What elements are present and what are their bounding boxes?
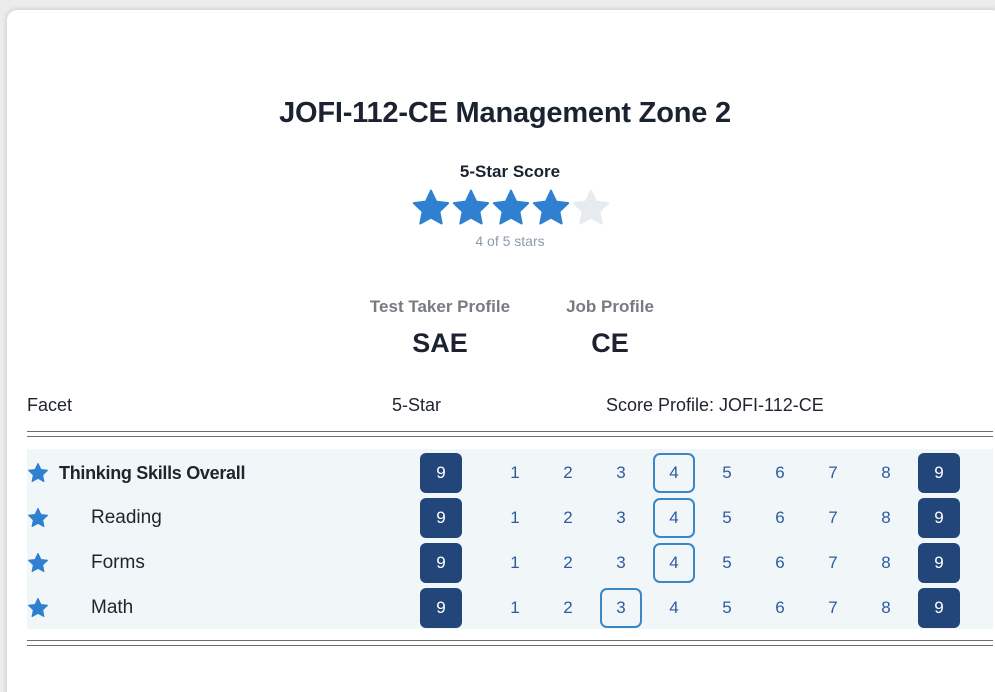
scale-value: 6: [775, 508, 785, 527]
star-icon: [28, 597, 48, 618]
star-filled-icon: [492, 189, 530, 225]
table-row: Forms 9 1 2 3 4 5 6 7 8 9: [27, 541, 993, 586]
score-profile-end-box: 9: [918, 453, 960, 493]
facet-label: Reading: [91, 507, 162, 528]
scale-value: 7: [828, 553, 838, 572]
five-star-score-box: 9: [420, 498, 462, 538]
scale-value: 1: [510, 598, 520, 617]
scale-value: 1: [510, 553, 520, 572]
test-taker-profile-label: Test Taker Profile: [369, 297, 511, 316]
five-star-score-label: 5-Star Score: [459, 162, 561, 181]
scale-value-highlighted: 4: [653, 498, 695, 538]
scale-value: 1: [510, 508, 520, 527]
facet-label: Math: [91, 597, 134, 618]
facet-column-header: Facet: [27, 395, 73, 415]
scale-value: 8: [881, 508, 891, 527]
scale-value: 2: [563, 598, 573, 617]
star-filled-icon: [452, 189, 490, 225]
scale-value: 2: [563, 553, 573, 572]
score-profile-end-box: 9: [918, 588, 960, 628]
scale-value: 5: [722, 553, 732, 572]
scale-value-highlighted: 4: [653, 453, 695, 493]
footer-divider-top: [27, 640, 993, 641]
job-profile-value: CE: [591, 328, 629, 358]
facet-label: Forms: [91, 552, 145, 573]
scale-value: 6: [775, 553, 785, 572]
scale-value: 2: [563, 463, 573, 482]
star-rating-caption: 4 of 5 stars: [475, 233, 545, 249]
star-icon: [28, 507, 48, 528]
star-icon: [28, 462, 48, 483]
header-divider-top: [27, 431, 993, 432]
five-star-score-box: 9: [420, 453, 462, 493]
scale-value: 8: [881, 463, 891, 482]
footer-divider-bottom: [27, 645, 993, 646]
page-title: JOFI-112-CE Management Zone 2: [279, 97, 731, 129]
scale-value: 2: [563, 508, 573, 527]
scale-value: 3: [616, 553, 626, 572]
scale-value-highlighted: 3: [600, 588, 642, 628]
star-icon: [28, 552, 48, 573]
scale-value: 3: [616, 463, 626, 482]
scale-value: 8: [881, 598, 891, 617]
scale-value-highlighted: 4: [653, 543, 695, 583]
star-empty-icon: [572, 189, 610, 225]
scale-value: 5: [722, 598, 732, 617]
score-profile-end-box: 9: [918, 543, 960, 583]
five-star-score-box: 9: [420, 543, 462, 583]
scale-value: 1: [510, 463, 520, 482]
test-taker-profile-value: SAE: [412, 328, 468, 358]
scale-value: 4: [669, 598, 679, 617]
scale-value: 6: [775, 463, 785, 482]
score-profile-column-header: Score Profile: JOFI-112-CE: [606, 395, 824, 415]
star-rating: [411, 188, 611, 228]
star-filled-icon: [412, 189, 450, 225]
scale-value: 8: [881, 553, 891, 572]
scale-value: 7: [828, 463, 838, 482]
five-star-column-header: 5-Star: [392, 395, 442, 415]
scale-value: 5: [722, 508, 732, 527]
five-star-score-box: 9: [420, 588, 462, 628]
scale-value: 3: [616, 508, 626, 527]
scale-value: 7: [828, 598, 838, 617]
score-profile-end-box: 9: [918, 498, 960, 538]
job-profile-label: Job Profile: [566, 297, 654, 316]
table-row: Reading 9 1 2 3 4 5 6 7 8 9: [27, 496, 993, 541]
facet-label: Thinking Skills Overall: [59, 463, 246, 483]
scale-value: 7: [828, 508, 838, 527]
scale-value: 6: [775, 598, 785, 617]
table-row: Thinking Skills Overall 9 1 2 3 4 5 6 7 8 9: [27, 451, 993, 496]
scale-value: 5: [722, 463, 732, 482]
table-row: Math 9 1 2 3 4 5 6 7 8 9: [27, 586, 993, 631]
header-divider-bottom: [27, 436, 993, 437]
star-filled-icon: [532, 189, 570, 225]
